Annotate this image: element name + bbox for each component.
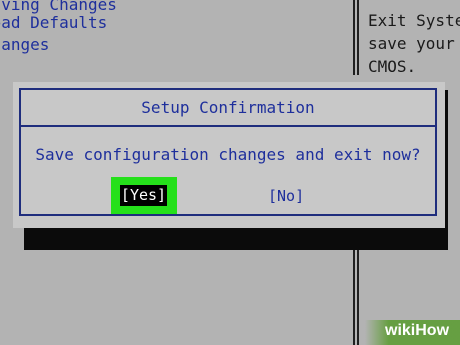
title-separator (21, 125, 435, 127)
setup-confirmation-dialog: Setup Confirmation Save configuration ch… (13, 82, 445, 228)
wikihow-watermark: wikiHow (385, 322, 450, 339)
dialog-frame: Setup Confirmation Save configuration ch… (19, 88, 437, 216)
menu-item-changes[interactable]: Changes (0, 34, 49, 56)
yes-button[interactable]: [Yes] (120, 185, 167, 206)
dialog-message: Save configuration changes and exit now? (35, 145, 421, 164)
menu-item-es[interactable]: es (0, 56, 1, 78)
panel-divider-left (353, 0, 355, 75)
help-text-line-1: Exit Syste (368, 11, 460, 30)
dialog-title: Setup Confirmation (141, 98, 315, 117)
panel-divider-right (357, 0, 359, 75)
no-button[interactable]: [No] (268, 186, 304, 206)
help-text-line-2: save your (368, 34, 455, 53)
menu-item-load-defaults[interactable]: Load Defaults (0, 12, 107, 34)
help-text-line-3: CMOS. (368, 57, 417, 76)
dialog-shadow-bottom (24, 228, 448, 250)
